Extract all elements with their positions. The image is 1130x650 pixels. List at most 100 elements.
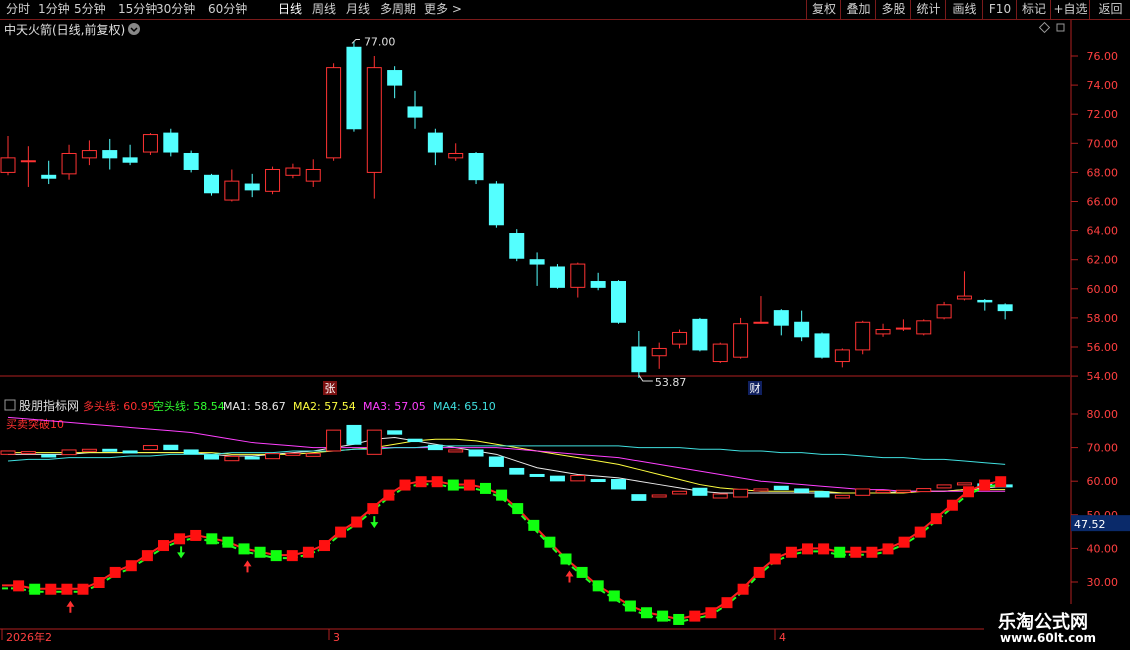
ind-candle-17 (346, 424, 362, 445)
period-tab-2[interactable]: 5分钟 (74, 2, 106, 17)
high-label: 77.00 (364, 35, 396, 48)
ind-candle-4 (81, 448, 97, 452)
period-tab-9[interactable]: 多周期 (380, 2, 416, 17)
current-value: 47.52 (1074, 518, 1106, 531)
wave-block-32 (512, 503, 524, 515)
candle-body-30 (611, 281, 626, 323)
ind-candle-30 (611, 479, 626, 490)
period-tab-6[interactable]: 日线 (278, 2, 302, 17)
toolbar-button-0[interactable]: 复权 (806, 0, 841, 19)
toolbar-button-6[interactable]: 标记 (1016, 0, 1051, 19)
wave-block-31 (496, 489, 508, 501)
wave-block-57 (914, 526, 926, 538)
ind-candle-20 (407, 438, 423, 443)
toolbar-button-2[interactable]: 多股 (875, 0, 911, 19)
wave-block-46 (737, 583, 749, 595)
wave-block-8 (125, 560, 137, 572)
candle-body-32 (651, 347, 667, 357)
date-label-2: 4 (779, 631, 786, 644)
ind-candle-33 (672, 490, 688, 495)
ind-tick-label-1: 70.00 (1087, 442, 1119, 455)
ind-candle-25 (509, 467, 525, 475)
period-tab-1[interactable]: 1分钟 (38, 2, 70, 17)
wave-block-29 (463, 479, 475, 491)
ind-candle-37 (753, 488, 769, 492)
candle-22 (448, 143, 464, 161)
ind-candle-44 (895, 489, 911, 493)
candle-37 (753, 296, 769, 324)
wave-block-58 (930, 513, 942, 525)
candle-body-24 (488, 183, 504, 226)
watermark: 乐淘公式网 www.60lt.com (984, 604, 1130, 650)
candle-body-8 (163, 132, 179, 153)
ind-candle-45 (916, 488, 932, 493)
sell-arrow-icon-1 (370, 516, 379, 529)
ind-tick-label-4: 40.00 (1087, 542, 1119, 555)
candle-body-47 (956, 295, 972, 300)
candle-6 (122, 144, 138, 166)
candle-24 (488, 181, 504, 228)
period-tab-8[interactable]: 月线 (346, 2, 370, 17)
period-tab-10[interactable]: 更多 > (424, 2, 462, 17)
ind-candle-39 (794, 488, 810, 493)
period-tab-0[interactable]: 分时 (6, 2, 30, 17)
candle-35 (712, 342, 728, 364)
wave-block-3 (45, 583, 57, 595)
y-tick-label-3: 70.00 (1087, 137, 1119, 150)
wave-block-54 (866, 546, 878, 558)
chart-canvas: 中天火箭(日线,前复权) 76.00 74.00 72.00 70.00 68.00 66.… (0, 20, 1130, 650)
ind-candle-28 (570, 474, 586, 482)
wave-block-12 (190, 529, 202, 541)
candle-36 (733, 317, 749, 359)
main-title: 中天火箭(日线,前复权) (4, 22, 125, 37)
candle-body-15 (305, 168, 321, 182)
ind-candle-14 (285, 452, 301, 456)
candle-12 (244, 173, 260, 198)
ind-candle-42 (855, 488, 871, 496)
candle-48 (977, 298, 993, 311)
ind-candle-22 (448, 449, 464, 453)
candle-42 (855, 320, 871, 355)
candle-21 (427, 128, 443, 166)
period-tab-3[interactable]: 15分钟 (118, 2, 157, 17)
period-tab-4[interactable]: 30分钟 (156, 2, 195, 17)
wave-block-42 (673, 613, 685, 625)
y-tick-label-9: 58.00 (1087, 312, 1119, 325)
toolbar-button-1[interactable]: 叠加 (840, 0, 876, 19)
ind-candle-46 (936, 484, 952, 489)
toolbar-button-3[interactable]: 统计 (910, 0, 946, 19)
y-tick-label-4: 68.00 (1087, 166, 1119, 179)
wave-block-9 (141, 550, 153, 562)
toolbar-button-7[interactable]: +自选 (1050, 0, 1090, 19)
wave-block-30 (480, 482, 491, 494)
candle-0 (0, 136, 16, 176)
ind-tick-label-2: 60.00 (1087, 475, 1119, 488)
wave-block-28 (447, 479, 459, 491)
candle-16 (326, 63, 342, 161)
candle-45 (916, 319, 932, 336)
legend-item-5: MA4: 65.10 (433, 400, 496, 413)
wave-block-25 (399, 479, 411, 491)
y-tick-label-8: 60.00 (1087, 283, 1119, 296)
ind-tick-label-5: 30.00 (1087, 576, 1119, 589)
candle-body-4 (81, 150, 97, 159)
candle-body-41 (834, 349, 850, 363)
candle-5 (102, 138, 118, 170)
ind-candle-15 (305, 453, 321, 457)
toolbar-button-4[interactable]: 画线 (945, 0, 983, 19)
wave-block-24 (383, 489, 395, 501)
wave-block-43 (689, 610, 701, 622)
period-tab-5[interactable]: 60分钟 (208, 2, 247, 17)
candle-body-5 (102, 150, 118, 159)
candle-body-25 (509, 233, 525, 259)
wave-block-50 (802, 543, 813, 555)
y-tick-label-7: 62.00 (1087, 254, 1119, 267)
candle-body-22 (448, 152, 464, 159)
ind-candle-6 (122, 450, 138, 454)
period-tab-7[interactable]: 周线 (312, 2, 336, 17)
toolbar-button-5[interactable]: F10 (982, 0, 1017, 19)
toolbar-button-8[interactable]: 返回 (1089, 0, 1130, 19)
wave-block-27 (431, 476, 443, 488)
ind-candle-31 (631, 494, 647, 501)
candle-body-33 (672, 331, 688, 345)
